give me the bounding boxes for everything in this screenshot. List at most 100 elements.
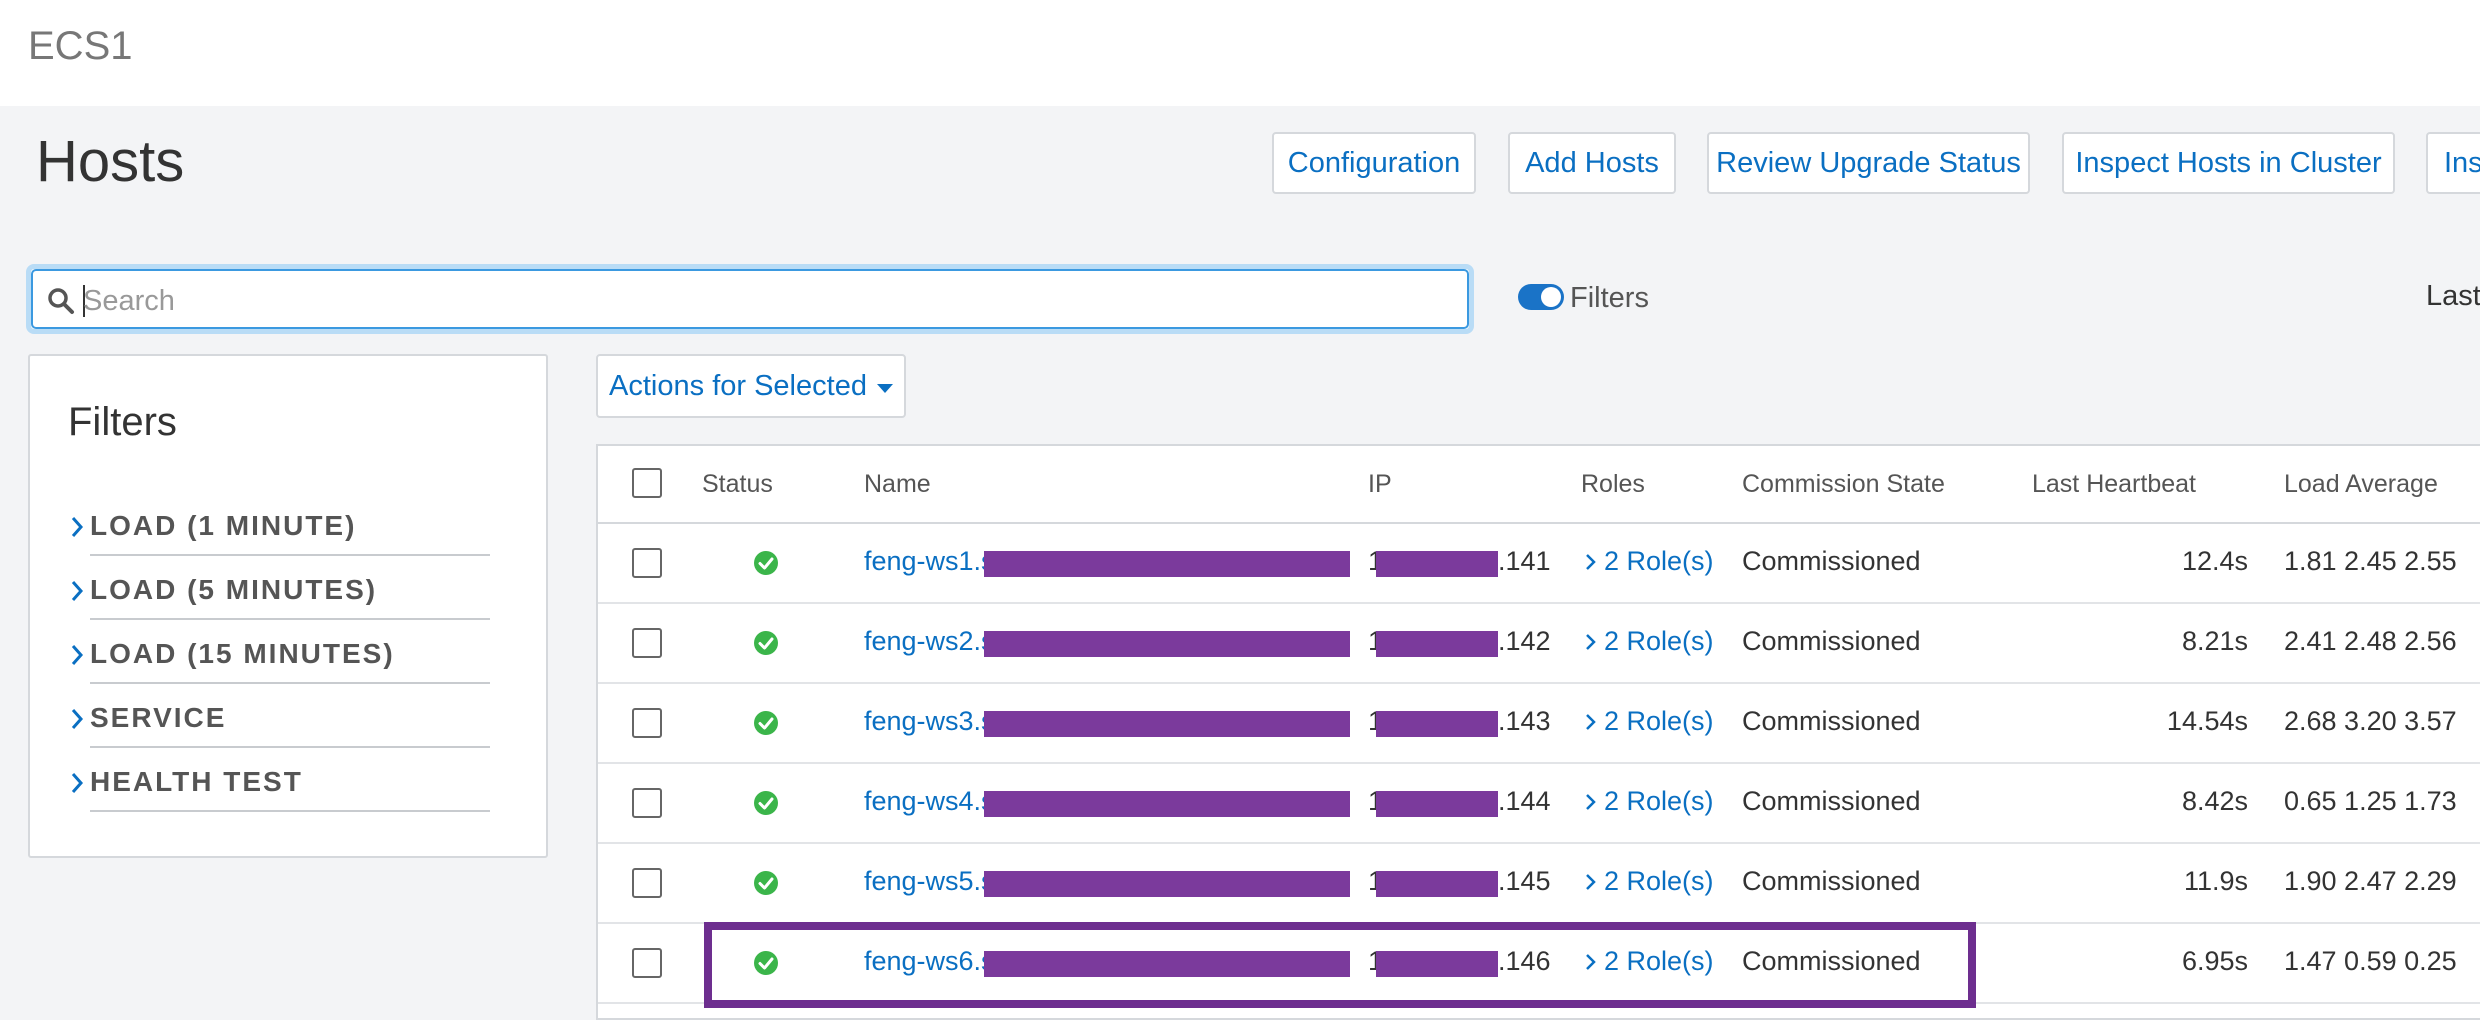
host-name-link[interactable]: feng-ws1.s	[864, 546, 995, 577]
last-heartbeat: 8.21s	[2181, 626, 2248, 656]
table-row[interactable]: feng-ws4.s1.1442 Role(s)Commissioned8.42…	[598, 764, 2480, 844]
roles-link[interactable]: 2 Role(s)	[1584, 706, 1714, 737]
commission-state: Commissioned	[1742, 866, 1921, 896]
inspect-hosts-button[interactable]: Inspect Hosts in Cluster	[2062, 132, 2395, 194]
filter-panel-title: Filters	[68, 400, 177, 444]
filter-load-5-minutes[interactable]: LOAD (5 MINUTES)	[68, 560, 490, 624]
divider	[90, 618, 490, 620]
ip-suffix: .141	[1498, 546, 1551, 576]
roles-link[interactable]: 2 Role(s)	[1584, 866, 1714, 897]
chevron-right-icon	[1586, 714, 1596, 730]
filter-panel: Filters LOAD (1 MINUTE) LOAD (5 MINUTES)…	[28, 354, 548, 858]
status-good-icon	[754, 551, 778, 575]
actions-for-selected-button[interactable]: Actions for Selected	[596, 354, 906, 418]
add-hosts-button[interactable]: Add Hosts	[1508, 132, 1676, 194]
chevron-right-icon	[71, 581, 84, 601]
status-good-icon	[754, 871, 778, 895]
redacted-area	[984, 631, 1350, 657]
search-input[interactable]	[83, 281, 1443, 321]
table-header: Status Name IP Roles Commission State La…	[598, 446, 2480, 524]
highlight-box	[704, 922, 1976, 1008]
status-good-icon	[754, 791, 778, 815]
filter-load-1-minute[interactable]: LOAD (1 MINUTE)	[68, 496, 490, 560]
chevron-right-icon	[1586, 794, 1596, 810]
filter-service[interactable]: SERVICE	[68, 688, 490, 752]
last-heartbeat: 12.4s	[2181, 546, 2248, 576]
redacted-area	[1376, 791, 1498, 817]
redacted-area	[984, 551, 1350, 577]
row-checkbox[interactable]	[632, 548, 662, 578]
ip-suffix: .145	[1498, 866, 1551, 896]
column-header-status[interactable]: Status	[702, 470, 773, 499]
redacted-area	[1376, 871, 1498, 897]
load-average: 1.81 2.45 2.55	[2284, 546, 2457, 576]
row-checkbox[interactable]	[632, 948, 662, 978]
divider	[90, 682, 490, 684]
divider	[90, 746, 490, 748]
redacted-area	[1376, 711, 1498, 737]
column-header-load-average[interactable]: Load Average	[2284, 470, 2438, 499]
column-header-roles[interactable]: Roles	[1581, 470, 1645, 499]
cluster-name[interactable]: ECS1	[28, 24, 133, 69]
load-average: 0.65 1.25 1.73	[2284, 786, 2457, 816]
ip-suffix: .142	[1498, 626, 1551, 656]
chevron-right-icon	[71, 517, 84, 537]
row-checkbox[interactable]	[632, 708, 662, 738]
column-header-last-heartbeat[interactable]: Last Heartbeat	[2032, 470, 2196, 499]
roles-link[interactable]: 2 Role(s)	[1584, 546, 1714, 577]
row-checkbox[interactable]	[632, 868, 662, 898]
actions-label: Actions for Selected	[609, 369, 867, 402]
column-header-ip[interactable]: IP	[1368, 470, 1392, 499]
chevron-right-icon	[1586, 554, 1596, 570]
table-row[interactable]: feng-ws1.s1.1412 Role(s)Commissioned12.4…	[598, 524, 2480, 604]
search-box[interactable]	[26, 264, 1474, 334]
filters-toggle-switch[interactable]	[1518, 284, 1564, 310]
commission-state: Commissioned	[1742, 546, 1921, 576]
load-average: 1.47 0.59 0.25	[2284, 946, 2457, 976]
filter-label: HEALTH TEST	[90, 766, 303, 797]
host-name-link[interactable]: feng-ws5.s	[864, 866, 995, 897]
inspect-network-button[interactable]: Ins	[2426, 132, 2480, 194]
commission-state: Commissioned	[1742, 626, 1921, 656]
roles-link[interactable]: 2 Role(s)	[1584, 626, 1714, 657]
page-title: Hosts	[36, 129, 185, 194]
roles-label: 2 Role(s)	[1604, 546, 1714, 576]
table-row[interactable]: feng-ws3.s1.1432 Role(s)Commissioned14.5…	[598, 684, 2480, 764]
table-row[interactable]: feng-ws2.s1.1422 Role(s)Commissioned8.21…	[598, 604, 2480, 684]
filter-health-test[interactable]: HEALTH TEST	[68, 752, 490, 816]
chevron-right-icon	[71, 645, 84, 665]
host-name-link[interactable]: feng-ws2.s	[864, 626, 995, 657]
column-header-commission-state[interactable]: Commission State	[1742, 470, 1945, 499]
chevron-right-icon	[1586, 874, 1596, 890]
status-good-icon	[754, 631, 778, 655]
roles-link[interactable]: 2 Role(s)	[1584, 786, 1714, 817]
load-average: 1.90 2.47 2.29	[2284, 866, 2457, 896]
host-name-link[interactable]: feng-ws4.s	[864, 786, 995, 817]
status-good-icon	[754, 711, 778, 735]
chevron-right-icon	[71, 773, 84, 793]
redacted-area	[984, 791, 1350, 817]
redacted-area	[984, 871, 1350, 897]
time-range-label[interactable]: Last	[2426, 280, 2480, 313]
redacted-area	[984, 711, 1350, 737]
roles-label: 2 Role(s)	[1604, 786, 1714, 816]
column-header-name[interactable]: Name	[864, 470, 931, 499]
filter-load-15-minutes[interactable]: LOAD (15 MINUTES)	[68, 624, 490, 688]
commission-state: Commissioned	[1742, 706, 1921, 736]
select-all-checkbox[interactable]	[632, 468, 662, 498]
row-checkbox[interactable]	[632, 628, 662, 658]
host-name-link[interactable]: feng-ws3.s	[864, 706, 995, 737]
load-average: 2.68 3.20 3.57	[2284, 706, 2457, 736]
review-upgrade-status-button[interactable]: Review Upgrade Status	[1707, 132, 2030, 194]
filters-toggle-label[interactable]: Filters	[1570, 282, 1649, 315]
redacted-area	[1376, 631, 1498, 657]
configuration-button[interactable]: Configuration	[1272, 132, 1476, 194]
chevron-right-icon	[71, 709, 84, 729]
commission-state: Commissioned	[1742, 786, 1921, 816]
chevron-right-icon	[1586, 634, 1596, 650]
last-heartbeat: 14.54s	[2166, 706, 2248, 736]
filter-label: SERVICE	[90, 702, 227, 733]
table-row[interactable]: feng-ws5.s1.1452 Role(s)Commissioned11.9…	[598, 844, 2480, 924]
caret-down-icon	[876, 383, 893, 393]
row-checkbox[interactable]	[632, 788, 662, 818]
